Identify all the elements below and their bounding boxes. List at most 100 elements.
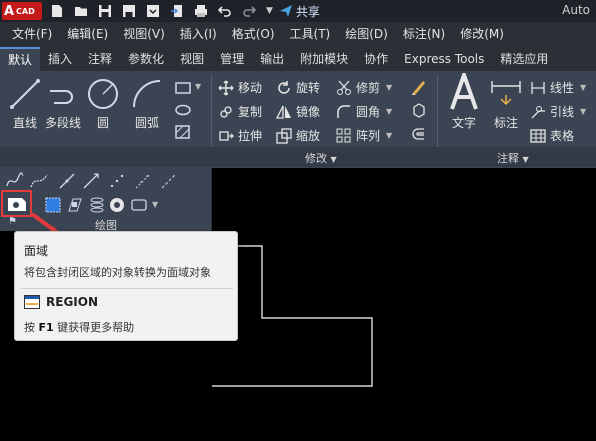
leader-tool[interactable]: 引线 ▼ [530,103,586,120]
table-icon [530,128,546,143]
copy-label: 复制 [238,105,263,119]
linear-dropdown-icon[interactable]: ▼ [580,83,586,92]
spline-fit-icon[interactable] [6,172,24,190]
annotate-panel-title[interactable]: 注释 ▼ [497,150,529,166]
tab-annotate[interactable]: 注释 [80,47,120,71]
leader-label: 引线 [550,105,575,119]
menu-dimension[interactable]: 标注(N) [403,25,445,42]
copy-tool[interactable]: 复制 [218,103,262,120]
ray-icon[interactable] [82,172,100,190]
menu-view[interactable]: 视图(V) [123,25,165,42]
modify-panel-title[interactable]: 修改 ▼ [305,150,337,166]
web-save-icon[interactable] [146,4,160,18]
construction-line-icon[interactable] [58,172,76,190]
drawing-canvas[interactable] [212,168,596,441]
stretch-tool[interactable]: 拉伸 [218,127,262,144]
tab-parametric[interactable]: 参数化 [120,47,172,71]
open-folder-icon[interactable] [74,4,88,18]
spline-cv-icon[interactable] [30,172,48,190]
erase-icon[interactable] [410,78,428,96]
tab-manage[interactable]: 管理 [212,47,252,71]
offset-icon[interactable] [410,126,428,144]
array-icon [336,128,351,142]
wipeout-icon[interactable] [130,196,148,214]
circle-tool[interactable]: 圆 [86,77,120,131]
hatch-icon[interactable] [174,123,192,141]
command-icon [24,295,40,309]
tab-insert[interactable]: 插入 [40,47,80,71]
linear-dim-tool[interactable]: 线性 ▼ [530,79,586,96]
rectangle-icon[interactable] [174,79,192,97]
stretch-label: 拉伸 [238,129,263,143]
fillet-icon [337,104,350,118]
mirror-icon [276,105,291,119]
ellipse-icon[interactable] [174,101,192,119]
import-icon[interactable] [170,4,184,18]
move-tool[interactable]: 移动 [218,79,262,96]
table-tool[interactable]: 表格 [530,127,574,144]
polyline-label: 多段线 [45,116,82,130]
line-tool[interactable]: 直线 [8,77,42,131]
fillet-dropdown-icon[interactable]: ▼ [386,107,392,116]
tab-featured-apps[interactable]: 精选应用 [492,47,556,71]
array-tool[interactable]: 阵列 ▼ [336,127,392,144]
divide-icon[interactable] [134,172,152,190]
mirror-tool[interactable]: 镜像 [276,103,320,120]
menu-format[interactable]: 格式(O) [232,25,275,42]
save-as-icon[interactable] [122,4,136,18]
save-icon[interactable] [98,4,112,18]
leader-dropdown-icon[interactable]: ▼ [580,107,586,116]
polyline-tool[interactable]: 多段线 [45,77,81,131]
menu-tools[interactable]: 工具(T) [290,25,331,42]
share-button[interactable]: 共享 [279,3,320,20]
line-label: 直线 [12,116,37,130]
dimension-tool[interactable]: 标注 [490,77,522,131]
measure-icon[interactable] [160,172,178,190]
app-logo[interactable]: A CAD [2,2,42,20]
move-icon [218,80,234,95]
table-label: 表格 [550,129,575,143]
menu-draw[interactable]: 绘图(D) [345,25,388,42]
quick-access-dropdown-icon[interactable]: ▼ [266,6,273,16]
redo-icon[interactable] [242,4,256,18]
menu-modify[interactable]: 修改(M) [460,25,504,42]
menu-insert[interactable]: 插入(I) [180,25,217,42]
menu-file[interactable]: 文件(F) [12,25,52,42]
trim-tool[interactable]: 修剪 ▼ [336,79,392,96]
circle-icon [88,79,118,109]
tab-express-tools[interactable]: Express Tools [396,47,492,71]
draw-more-dropdown-icon[interactable]: ▼ [195,82,201,91]
explode-icon[interactable] [410,102,428,120]
scale-tool[interactable]: 缩放 [276,127,320,144]
region-tooltip: 面域 将包含封闭区域的对象转换为面域对象 REGION 按 F1 键获得更多帮助 [14,231,238,341]
tab-default[interactable]: 默认 [0,47,41,71]
tooltip-help: 按 F1 键获得更多帮助 [24,321,135,334]
tab-collaborate[interactable]: 协作 [356,47,396,71]
polyline-icon [50,90,73,104]
tab-output[interactable]: 输出 [252,47,292,71]
move-label: 移动 [238,81,263,95]
new-file-icon[interactable] [50,4,64,18]
logo-letter: A [3,3,15,19]
text-tool[interactable]: 文字 [448,73,480,131]
tab-view[interactable]: 视图 [172,47,212,71]
rotate-tool[interactable]: 旋转 [276,79,320,96]
arc-icon [133,80,161,108]
arc-label: 圆弧 [134,116,159,130]
logo-text: CAD [16,6,35,16]
multiple-points-icon[interactable] [108,172,126,190]
tab-addins[interactable]: 附加模块 [292,47,356,71]
ribbon-tabs: 默认 插入 注释 参数化 视图 管理 输出 附加模块 协作 Express To… [0,44,596,71]
trim-dropdown-icon[interactable]: ▼ [386,83,392,92]
print-icon[interactable] [194,4,208,18]
arc-tool[interactable]: 圆弧 [130,77,164,131]
draw-extra-dropdown-icon[interactable]: ▼ [152,200,158,209]
drawing-shape [212,245,373,387]
undo-icon[interactable] [218,4,232,18]
pin-icon[interactable]: ⚑ [8,216,17,227]
donut-icon[interactable] [108,196,126,214]
menu-edit[interactable]: 编辑(E) [67,25,108,42]
fillet-tool[interactable]: 圆角 ▼ [336,103,392,120]
array-dropdown-icon[interactable]: ▼ [386,131,392,140]
helix-icon[interactable] [88,196,106,214]
